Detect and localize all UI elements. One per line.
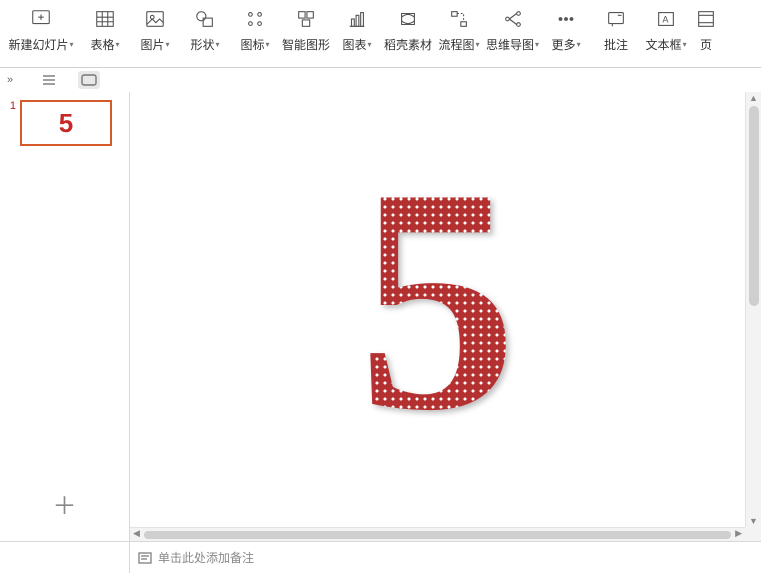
docer-button[interactable]: 稻壳素材 <box>382 6 434 62</box>
thumbnail-row: 1 5 <box>4 100 125 146</box>
image-label: 图片 <box>140 36 164 53</box>
slide-canvas-area: 5 ▲ ▼ <box>130 92 761 527</box>
image-button[interactable]: 图片▾ <box>130 6 180 62</box>
comment-icon <box>603 6 629 32</box>
ribbon-toolbar: 新建幻灯片▾ 表格▾ 图片▾ 形状▾ 图标▾ 智能图形 图表▾ 稻壳素材 流程图… <box>0 0 761 68</box>
chevron-down-icon: ▾ <box>368 40 372 49</box>
shape-icon <box>192 6 218 32</box>
chevron-down-icon: ▾ <box>216 40 220 49</box>
horizontal-scroll-thumb[interactable] <box>144 531 731 539</box>
thumbnail-preview: 5 <box>59 108 73 139</box>
notes-bar: 单击此处添加备注 <box>0 541 761 573</box>
notes-left-spacer <box>0 542 130 573</box>
more-label: 更多 <box>552 36 576 53</box>
mindmap-icon <box>500 6 526 32</box>
table-label: 表格 <box>90 36 114 53</box>
table-icon <box>92 6 118 32</box>
new-slide-button[interactable]: 新建幻灯片▾ <box>2 6 80 62</box>
table-button[interactable]: 表格▾ <box>80 6 130 62</box>
main-area: 1 5 ＋ 5 ▲ ▼ <box>0 92 761 527</box>
thumbnail-view-button[interactable] <box>78 71 100 89</box>
notes-placeholder: 单击此处添加备注 <box>158 549 254 566</box>
slide-text-content: 5 <box>358 140 518 460</box>
mindmap-button[interactable]: 思维导图▾ <box>484 6 541 62</box>
smartart-button[interactable]: 智能图形 <box>280 6 332 62</box>
image-icon <box>142 6 168 32</box>
new-slide-icon <box>28 6 54 32</box>
flowchart-label: 流程图 <box>439 36 475 53</box>
chart-button[interactable]: 图表▾ <box>332 6 382 62</box>
new-slide-label: 新建幻灯片 <box>8 36 68 53</box>
horizontal-scroll-row: ◀ ▶ <box>0 527 761 541</box>
chevron-down-icon: ▾ <box>266 40 270 49</box>
slide-thumbnails-panel: 1 5 ＋ <box>0 92 130 527</box>
horizontal-scrollbar[interactable]: ◀ ▶ <box>130 527 745 541</box>
expand-panel-button[interactable]: » <box>0 74 20 86</box>
shape-button[interactable]: 形状▾ <box>180 6 230 62</box>
more-button[interactable]: 更多▾ <box>541 6 591 62</box>
slide: 5 <box>130 92 745 527</box>
plus-icon: ＋ <box>53 493 77 520</box>
header-footer-label: 页 <box>700 36 712 53</box>
chevron-down-icon: ▾ <box>166 40 170 49</box>
chart-label: 图表 <box>343 36 367 53</box>
shape-label: 形状 <box>190 36 214 53</box>
chevron-down-icon: ▾ <box>683 40 687 49</box>
scroll-down-icon: ▼ <box>746 516 761 526</box>
comment-label: 批注 <box>604 36 628 53</box>
notes-input[interactable]: 单击此处添加备注 <box>130 542 761 573</box>
header-footer-button[interactable]: 页 <box>691 6 721 62</box>
thumbnail-index: 1 <box>4 100 16 112</box>
chevron-down-icon: ▾ <box>577 40 581 49</box>
icon-button[interactable]: 图标▾ <box>230 6 280 62</box>
flowchart-button[interactable]: 流程图▾ <box>434 6 484 62</box>
smartart-label: 智能图形 <box>282 36 330 53</box>
chevron-down-icon: ▾ <box>116 40 120 49</box>
slide-thumbnail[interactable]: 5 <box>20 100 112 146</box>
view-subbar: » <box>0 68 761 92</box>
vertical-scrollbar[interactable]: ▲ ▼ <box>745 92 761 527</box>
comment-button[interactable]: 批注 <box>591 6 641 62</box>
notes-icon <box>138 551 152 565</box>
icons-icon <box>242 6 268 32</box>
textbox-icon: A <box>653 6 679 32</box>
chart-icon <box>344 6 370 32</box>
vertical-scroll-thumb[interactable] <box>749 106 759 306</box>
smartart-icon <box>293 6 319 32</box>
header-footer-icon <box>693 6 719 32</box>
scroll-up-icon: ▲ <box>746 93 761 103</box>
outline-view-button[interactable] <box>38 71 60 89</box>
icon-label: 图标 <box>240 36 264 53</box>
svg-text:A: A <box>662 15 669 25</box>
mindmap-label: 思维导图 <box>486 36 534 53</box>
more-icon <box>553 6 579 32</box>
scroll-left-icon: ◀ <box>133 528 140 539</box>
docer-icon <box>395 6 421 32</box>
chevron-down-icon: ▾ <box>70 40 74 49</box>
textbox-button[interactable]: A 文本框▾ <box>641 6 691 62</box>
docer-label: 稻壳素材 <box>384 36 432 53</box>
chevron-down-icon: ▾ <box>476 40 480 49</box>
slide-canvas[interactable]: 5 <box>130 92 745 527</box>
flowchart-icon <box>446 6 472 32</box>
chevron-down-icon: ▾ <box>535 40 539 49</box>
add-slide-button[interactable]: ＋ <box>53 486 77 521</box>
textbox-label: 文本框 <box>646 36 682 53</box>
scroll-right-icon: ▶ <box>735 528 742 539</box>
